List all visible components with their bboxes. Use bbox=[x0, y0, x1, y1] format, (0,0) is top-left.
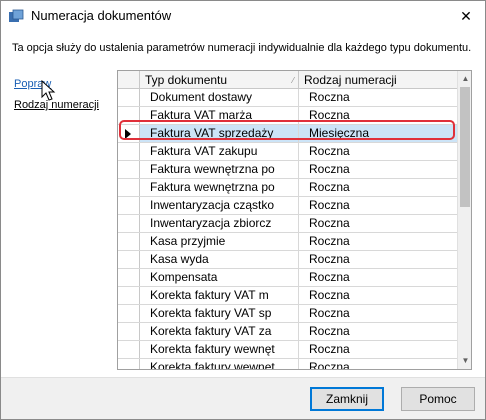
dialog-window: Numeracja dokumentów ✕ Ta opcja służy do… bbox=[0, 0, 486, 420]
cell-typ-dokumentu[interactable]: Faktura wewnętrzna po bbox=[140, 161, 299, 178]
cell-typ-dokumentu[interactable]: Korekta faktury VAT sp bbox=[140, 305, 299, 322]
cell-rodzaj-numeracji[interactable]: Miesięczna bbox=[299, 125, 457, 142]
cell-typ-dokumentu[interactable]: Dokument dostawy bbox=[140, 89, 299, 106]
cell-typ-dokumentu[interactable]: Korekta faktury wewnęt bbox=[140, 359, 299, 369]
cell-typ-dokumentu[interactable]: Kasa przyjmie bbox=[140, 233, 299, 250]
scroll-up-icon[interactable]: ▲ bbox=[461, 74, 470, 83]
zamknij-button[interactable]: Zamknij bbox=[310, 387, 384, 411]
mouse-cursor-icon bbox=[41, 80, 56, 101]
cell-rodzaj-numeracji[interactable]: Roczna bbox=[299, 215, 457, 232]
document-types-grid[interactable]: Typ dokumentu ⁄ Rodzaj numeracji Dokumen… bbox=[117, 70, 472, 370]
cell-rodzaj-numeracji[interactable]: Roczna bbox=[299, 305, 457, 322]
table-row[interactable]: Kasa przyjmie Roczna bbox=[118, 233, 457, 251]
description-text: Ta opcja służy do ustalenia parametrów n… bbox=[12, 42, 472, 54]
cell-rodzaj-numeracji[interactable]: Roczna bbox=[299, 143, 457, 160]
row-indicator[interactable] bbox=[118, 305, 140, 322]
cell-typ-dokumentu[interactable]: Kasa wyda bbox=[140, 251, 299, 268]
row-indicator[interactable] bbox=[118, 323, 140, 340]
scrollbar-thumb[interactable] bbox=[460, 87, 470, 207]
grid-header-typ-dokumentu[interactable]: Typ dokumentu ⁄ bbox=[140, 71, 299, 89]
grid-header-rodzaj-numeracji[interactable]: Rodzaj numeracji bbox=[299, 71, 457, 89]
table-row[interactable]: Korekta faktury VAT m Roczna bbox=[118, 287, 457, 305]
row-indicator[interactable] bbox=[118, 269, 140, 286]
cell-rodzaj-numeracji[interactable]: Roczna bbox=[299, 197, 457, 214]
table-row[interactable]: Faktura VAT sprzedaży Miesięczna bbox=[118, 125, 457, 143]
row-indicator[interactable] bbox=[118, 89, 140, 106]
grid-header-label: Typ dokumentu bbox=[145, 73, 228, 87]
cell-typ-dokumentu[interactable]: Faktura VAT zakupu bbox=[140, 143, 299, 160]
row-indicator[interactable] bbox=[118, 161, 140, 178]
table-row[interactable]: Korekta faktury VAT za Roczna bbox=[118, 323, 457, 341]
grid-header-indicator bbox=[118, 71, 140, 89]
cell-typ-dokumentu[interactable]: Faktura wewnętrzna po bbox=[140, 179, 299, 196]
window-title: Numeracja dokumentów bbox=[31, 8, 172, 23]
row-indicator[interactable] bbox=[118, 215, 140, 232]
row-indicator[interactable] bbox=[118, 143, 140, 160]
table-row[interactable]: Kasa wyda Roczna bbox=[118, 251, 457, 269]
cell-typ-dokumentu[interactable]: Kompensata bbox=[140, 269, 299, 286]
row-indicator[interactable] bbox=[118, 179, 140, 196]
cell-rodzaj-numeracji[interactable]: Roczna bbox=[299, 107, 457, 124]
cell-rodzaj-numeracji[interactable]: Roczna bbox=[299, 287, 457, 304]
row-indicator[interactable] bbox=[118, 107, 140, 124]
table-row[interactable]: Faktura VAT marża Roczna bbox=[118, 107, 457, 125]
vertical-scrollbar[interactable]: ▲ ▼ bbox=[457, 71, 471, 369]
table-row[interactable]: Kompensata Roczna bbox=[118, 269, 457, 287]
table-row[interactable]: Faktura wewnętrzna po Roczna bbox=[118, 161, 457, 179]
row-indicator[interactable] bbox=[118, 251, 140, 268]
table-row[interactable]: Korekta faktury VAT sp Roczna bbox=[118, 305, 457, 323]
cell-rodzaj-numeracji[interactable]: Roczna bbox=[299, 251, 457, 268]
cell-rodzaj-numeracji[interactable]: Roczna bbox=[299, 359, 457, 369]
cell-typ-dokumentu[interactable]: Inwentaryzacja cząstko bbox=[140, 197, 299, 214]
close-icon: ✕ bbox=[460, 7, 472, 24]
row-indicator[interactable] bbox=[118, 125, 140, 142]
cell-typ-dokumentu[interactable]: Inwentaryzacja zbiorcz bbox=[140, 215, 299, 232]
cell-typ-dokumentu[interactable]: Faktura VAT sprzedaży bbox=[140, 125, 299, 142]
cell-rodzaj-numeracji[interactable]: Roczna bbox=[299, 269, 457, 286]
table-row[interactable]: Korekta faktury wewnęt Roczna bbox=[118, 359, 457, 369]
table-row[interactable]: Dokument dostawy Roczna bbox=[118, 89, 457, 107]
row-indicator[interactable] bbox=[118, 341, 140, 358]
cell-rodzaj-numeracji[interactable]: Roczna bbox=[299, 89, 457, 106]
cell-typ-dokumentu[interactable]: Korekta faktury VAT za bbox=[140, 323, 299, 340]
table-row[interactable]: Inwentaryzacja zbiorcz Roczna bbox=[118, 215, 457, 233]
row-indicator[interactable] bbox=[118, 359, 140, 369]
cell-rodzaj-numeracji[interactable]: Roczna bbox=[299, 341, 457, 358]
dialog-footer: Zamknij Pomoc bbox=[1, 377, 485, 419]
cell-rodzaj-numeracji[interactable]: Roczna bbox=[299, 233, 457, 250]
title-bar[interactable]: Numeracja dokumentów ✕ bbox=[1, 1, 485, 31]
table-row[interactable]: Korekta faktury wewnęt Roczna bbox=[118, 341, 457, 359]
close-window-button[interactable]: ✕ bbox=[453, 5, 479, 27]
dialog-body: Ta opcja służy do ustalenia parametrów n… bbox=[1, 31, 485, 377]
cell-typ-dokumentu[interactable]: Korekta faktury VAT m bbox=[140, 287, 299, 304]
scroll-down-icon[interactable]: ▼ bbox=[461, 356, 470, 365]
pomoc-button[interactable]: Pomoc bbox=[401, 387, 475, 411]
cell-typ-dokumentu[interactable]: Faktura VAT marża bbox=[140, 107, 299, 124]
cell-typ-dokumentu[interactable]: Korekta faktury wewnęt bbox=[140, 341, 299, 358]
sort-icon: ⁄ bbox=[292, 76, 294, 85]
row-indicator[interactable] bbox=[118, 287, 140, 304]
app-icon bbox=[9, 9, 24, 22]
current-row-arrow-icon bbox=[125, 129, 131, 139]
cell-rodzaj-numeracji[interactable]: Roczna bbox=[299, 323, 457, 340]
table-row[interactable]: Faktura VAT zakupu Roczna bbox=[118, 143, 457, 161]
row-indicator[interactable] bbox=[118, 233, 140, 250]
table-row[interactable]: Inwentaryzacja cząstko Roczna bbox=[118, 197, 457, 215]
grid-header-label: Rodzaj numeracji bbox=[304, 73, 397, 87]
table-row[interactable]: Faktura wewnętrzna po Roczna bbox=[118, 179, 457, 197]
row-indicator[interactable] bbox=[118, 197, 140, 214]
cell-rodzaj-numeracji[interactable]: Roczna bbox=[299, 179, 457, 196]
cell-rodzaj-numeracji[interactable]: Roczna bbox=[299, 161, 457, 178]
